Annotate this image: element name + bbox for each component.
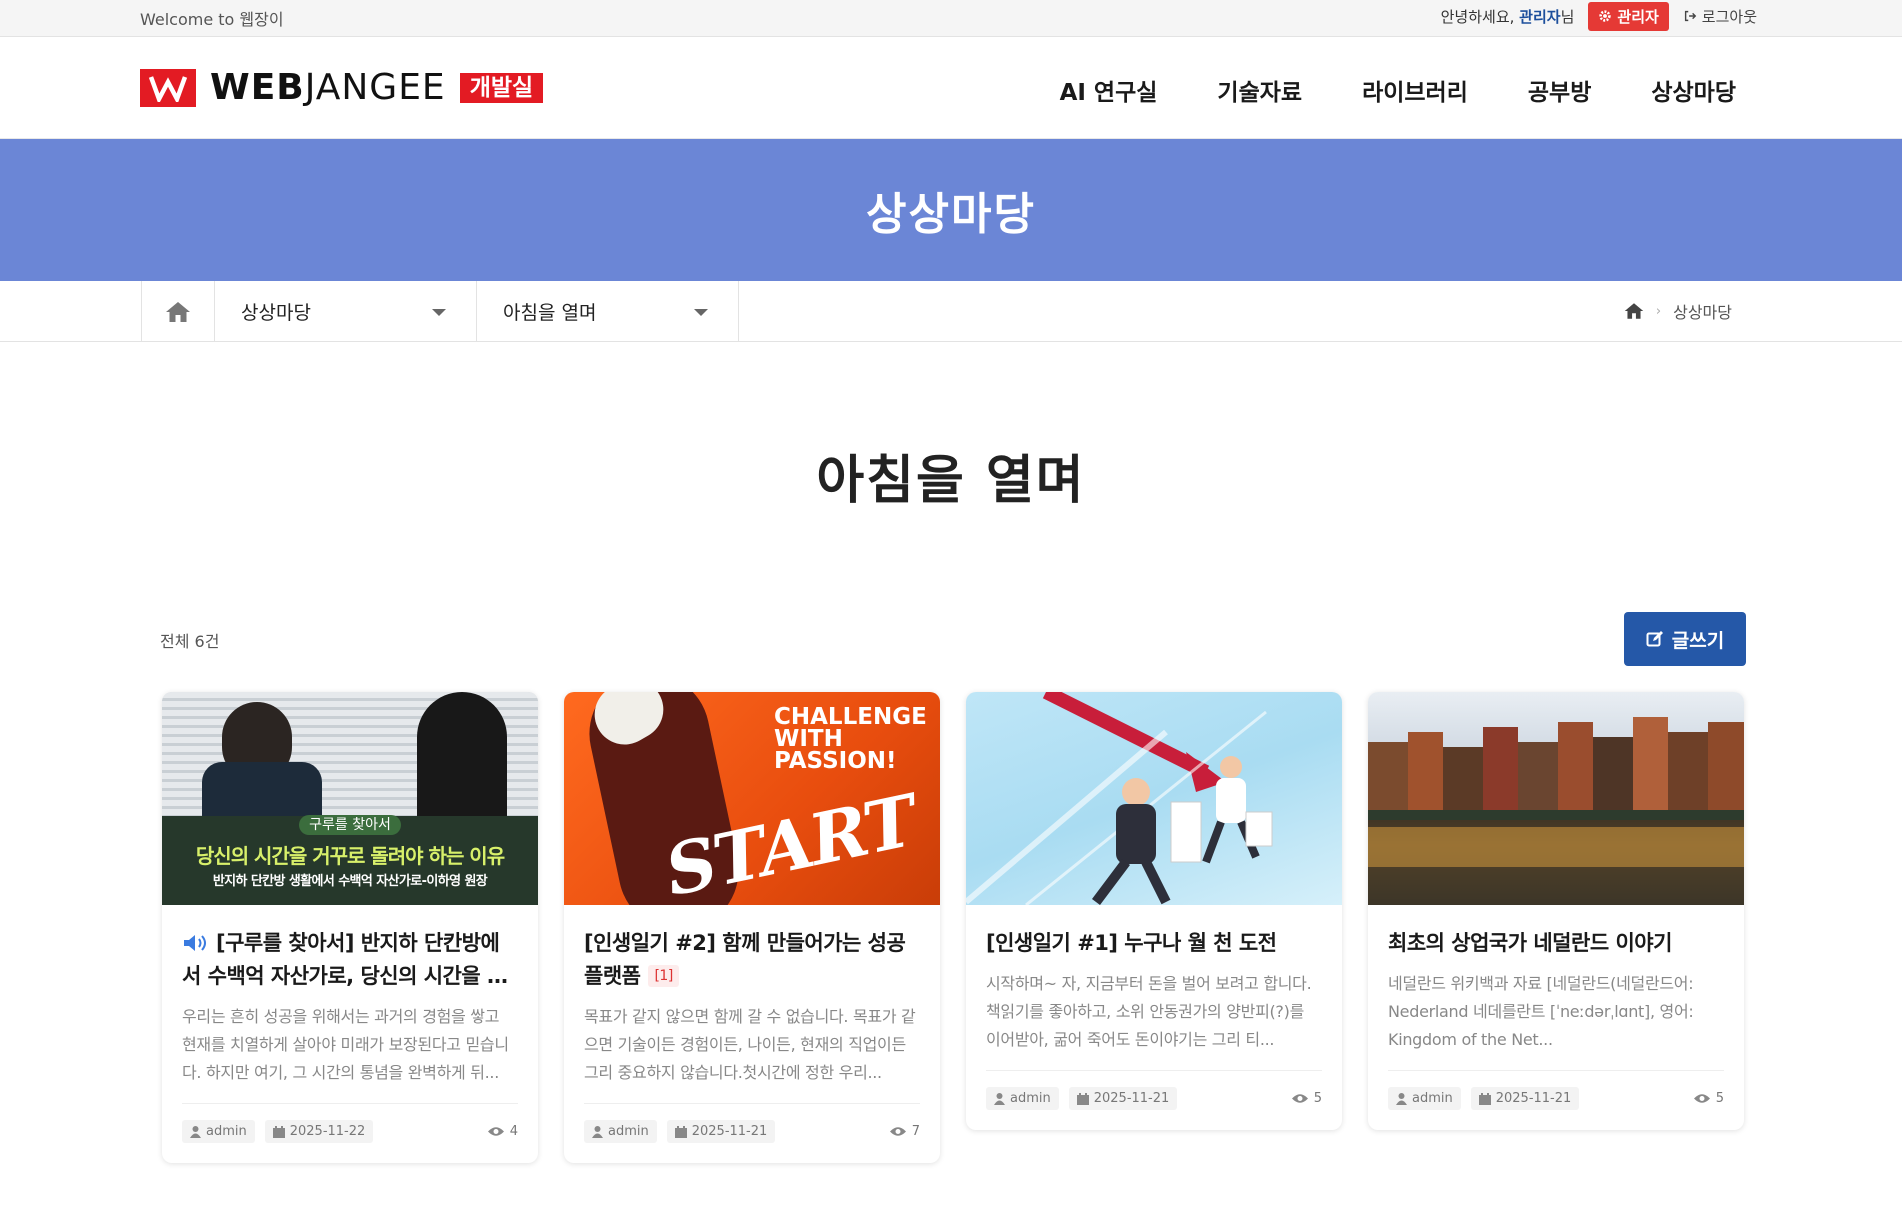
business-race-illustration	[966, 692, 1273, 905]
date-chip: 2025-11-21	[1068, 1087, 1178, 1110]
page-title: 아침을 열며	[816, 451, 1086, 511]
calendar-icon	[1478, 1092, 1491, 1105]
edit-icon	[1646, 631, 1663, 647]
post-meta: admin 2025-11-21 5	[1388, 1070, 1724, 1130]
post-card[interactable]: 구루를 찾아서 당신의 시간을 거꾸로 돌려야 하는 이유 반지하 단칸방 생활…	[162, 692, 538, 1163]
chevron-down-icon	[432, 309, 446, 316]
eye-icon	[889, 1127, 906, 1136]
admin-button[interactable]: 관리자	[1588, 1, 1669, 31]
view-count: 5	[1693, 1091, 1724, 1106]
breadcrumb: › 상상마당	[1624, 299, 1732, 323]
post-thumbnail[interactable]	[966, 692, 1342, 905]
post-title[interactable]: 최초의 상업국가 네덜란드 이야기	[1388, 927, 1724, 960]
thumb-text: CHALLENGE	[774, 704, 927, 730]
chevron-down-icon	[694, 309, 708, 316]
sub-nav: 상상마당 아침을 열며 › 상상마당	[0, 281, 1902, 342]
nav-library[interactable]: 라이브러리	[1362, 73, 1468, 107]
post-count: 전체 6건	[160, 632, 220, 651]
breadcrumb-separator: ›	[1655, 303, 1662, 319]
date-chip: 2025-11-22	[264, 1120, 374, 1143]
gear-icon	[1599, 10, 1612, 22]
logo-text: WEBJANGEE	[210, 67, 446, 108]
date-chip: 2025-11-21	[1470, 1087, 1580, 1110]
nav-tech-docs[interactable]: 기술자료	[1217, 73, 1302, 107]
comment-count: [1]	[648, 965, 679, 987]
site-logo[interactable]: WEBJANGEE 개발실	[140, 67, 544, 108]
view-count: 4	[487, 1124, 518, 1139]
top-bar: Welcome to 웹장이 안녕하세요, 관리자님 관리자 로그아웃	[0, 0, 1902, 37]
greeting-user: 관리자	[1519, 7, 1561, 26]
menu-dropdown-2[interactable]: 아침을 열며	[477, 281, 739, 342]
author-chip: admin	[182, 1120, 255, 1143]
calendar-icon	[674, 1125, 687, 1138]
post-excerpt: 네덜란드 위키백과 자료 [네덜란드(네덜란드어: Nederland 네데를란…	[1388, 974, 1694, 1049]
post-excerpt: 시작하며~ 자, 지금부터 돈을 벌어 보려고 합니다. 책읽기를 좋아하고, …	[986, 974, 1312, 1049]
calendar-icon	[1076, 1092, 1089, 1105]
thumb-badge: 구루를 찾아서	[299, 815, 401, 835]
greeting: 안녕하세요, 관리자님	[1440, 7, 1575, 26]
thumb-subtitle: 반지하 단칸방 생활에서 수백억 자산가로-이하영 원장	[212, 874, 488, 889]
post-meta: admin 2025-11-21 5	[986, 1070, 1322, 1130]
post-title[interactable]: [구루를 찾아서] 반지하 단칸방에서 수백억 자산가로, 당신의 시간을 …	[182, 927, 518, 993]
user-icon	[190, 1125, 201, 1138]
post-excerpt: 목표가 같지 않으면 함께 갈 수 없습니다. 목표가 같으면 기술이든 경험이…	[584, 1007, 916, 1082]
post-card[interactable]: [인생일기 #1] 누구나 월 천 도전 시작하며~ 자, 지금부터 돈을 벌어…	[966, 692, 1342, 1130]
person-illustration	[417, 692, 507, 822]
thumb-headline: 당신의 시간을 거꾸로 돌려야 하는 이유	[195, 844, 505, 868]
post-thumbnail[interactable]: 구루를 찾아서 당신의 시간을 거꾸로 돌려야 하는 이유 반지하 단칸방 생활…	[162, 692, 538, 905]
post-title[interactable]: [인생일기 #1] 누구나 월 천 도전	[986, 927, 1322, 960]
eye-icon	[487, 1127, 504, 1136]
post-meta: admin 2025-11-22 4	[182, 1103, 518, 1163]
author-chip: admin	[986, 1087, 1059, 1110]
calendar-icon	[272, 1125, 285, 1138]
subnav-home-button[interactable]	[141, 281, 215, 342]
home-icon[interactable]	[1624, 302, 1644, 320]
user-icon	[994, 1092, 1005, 1105]
main-nav: AI 연구실 기술자료 라이브러리 공부방 상상마당	[1060, 73, 1736, 107]
welcome-text: Welcome to 웹장이	[140, 10, 284, 29]
breadcrumb-current[interactable]: 상상마당	[1673, 299, 1732, 323]
post-title[interactable]: [인생일기 #2] 함께 만들어가는 성공플랫폼 [1]	[584, 927, 920, 993]
thumb-text: PASSION!	[774, 748, 897, 774]
eye-icon	[1693, 1094, 1710, 1103]
logo-w-mark	[140, 68, 196, 107]
write-button[interactable]: 글쓰기	[1624, 612, 1746, 666]
view-count: 7	[889, 1124, 920, 1139]
user-icon	[592, 1125, 603, 1138]
author-chip: admin	[1388, 1087, 1461, 1110]
page-banner: 상상마당	[0, 139, 1902, 281]
menu-dropdown-1[interactable]: 상상마당	[215, 281, 477, 342]
post-excerpt: 우리는 흔히 성공을 위해서는 과거의 경험을 쌓고 현재를 치열하게 살아야 …	[182, 1007, 509, 1082]
post-card[interactable]: 최초의 상업국가 네덜란드 이야기 네덜란드 위키백과 자료 [네덜란드(네덜란…	[1368, 692, 1744, 1130]
post-meta: admin 2025-11-21 7	[584, 1103, 920, 1163]
thumb-text: WITH	[774, 726, 843, 752]
speaker-icon	[184, 935, 206, 951]
author-chip: admin	[584, 1120, 657, 1143]
user-icon	[1396, 1092, 1407, 1105]
nav-study-room[interactable]: 공부방	[1528, 73, 1591, 107]
post-thumbnail[interactable]	[1368, 692, 1744, 905]
logout-link[interactable]: 로그아웃	[1683, 6, 1757, 27]
canal-houses-illustration	[1368, 717, 1744, 905]
user-area: 안녕하세요, 관리자님 관리자 로그아웃	[1441, 1, 1757, 31]
post-card[interactable]: CHALLENGE WITH PASSION! START [인생일기 #2] …	[564, 692, 940, 1163]
post-thumbnail[interactable]: CHALLENGE WITH PASSION! START	[564, 692, 940, 905]
nav-ai-lab[interactable]: AI 연구실	[1060, 73, 1158, 107]
banner-title: 상상마당	[866, 189, 1036, 240]
nav-sangsang-madang[interactable]: 상상마당	[1651, 73, 1736, 107]
view-count: 5	[1291, 1091, 1322, 1106]
date-chip: 2025-11-21	[666, 1120, 776, 1143]
logo-tag: 개발실	[459, 72, 544, 103]
site-header: WEBJANGEE 개발실 AI 연구실 기술자료 라이브러리 공부방 상상마당	[0, 37, 1902, 139]
logout-icon	[1684, 10, 1697, 22]
eye-icon	[1291, 1094, 1308, 1103]
home-icon	[166, 301, 190, 322]
